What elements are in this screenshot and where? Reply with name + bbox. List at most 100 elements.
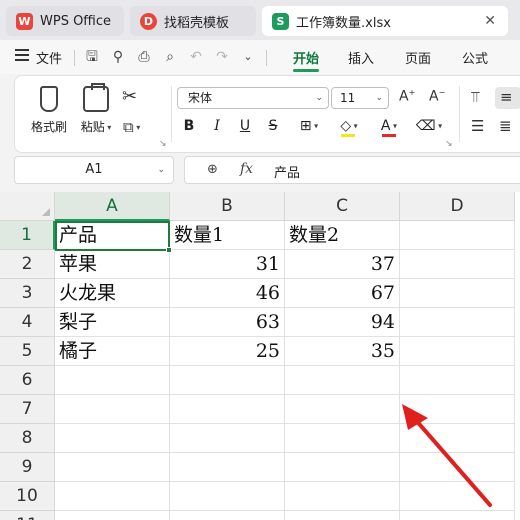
cell-c4[interactable]: 94 xyxy=(285,308,400,337)
cell-b8[interactable] xyxy=(170,424,285,453)
row-header-6[interactable]: 6 xyxy=(0,366,55,395)
tab-template[interactable]: D 找稻壳模板 xyxy=(130,6,256,36)
column-header-d[interactable]: D xyxy=(400,192,515,221)
menu-file[interactable]: 文件 xyxy=(36,48,62,67)
undo-icon[interactable]: ↶ xyxy=(186,47,206,67)
clear-format-button[interactable]: ⌫ ▾ xyxy=(413,118,445,134)
cell-d4[interactable] xyxy=(400,308,515,337)
grow-font-button[interactable]: A+ xyxy=(399,88,415,105)
cell-c10[interactable] xyxy=(285,482,400,511)
tab-insert[interactable]: 插入 xyxy=(348,48,374,67)
row-header-5[interactable]: 5 xyxy=(0,337,55,366)
name-box[interactable]: A1 ⌄ xyxy=(14,156,174,184)
font-name-select[interactable]: 宋体 ⌄ xyxy=(177,87,329,109)
cell-d5[interactable] xyxy=(400,337,515,366)
cell-d7[interactable] xyxy=(400,395,515,424)
chevron-down-icon[interactable]: ⌄ xyxy=(238,47,258,67)
cell-c2[interactable]: 37 xyxy=(285,250,400,279)
format-painter-button[interactable]: 格式刷 xyxy=(24,86,74,135)
align-top-icon[interactable]: ⫪ xyxy=(471,88,479,106)
row-header-2[interactable]: 2 xyxy=(0,250,55,279)
borders-button[interactable]: ⊞ ▾ xyxy=(294,118,324,134)
cell-c1[interactable]: 数量2 xyxy=(285,221,400,250)
tab-home[interactable]: 开始 xyxy=(293,48,319,67)
cell-c9[interactable] xyxy=(285,453,400,482)
font-settings-icon[interactable]: ↘ xyxy=(445,139,453,149)
cell-b6[interactable] xyxy=(170,366,285,395)
align-left-icon[interactable]: ☰ xyxy=(471,117,484,135)
tab-workbook[interactable]: S 工作簿数量.xlsx ✕ xyxy=(262,6,508,36)
tab-formula[interactable]: 公式 xyxy=(462,48,488,67)
cell-d1[interactable] xyxy=(400,221,515,250)
shrink-font-button[interactable]: A− xyxy=(429,88,445,105)
cut-icon[interactable]: ✂ xyxy=(122,86,137,107)
cell-a6[interactable] xyxy=(55,366,170,395)
cell-d9[interactable] xyxy=(400,453,515,482)
underline-button[interactable]: U xyxy=(236,118,254,134)
cell-b3[interactable]: 46 xyxy=(170,279,285,308)
cell-c6[interactable] xyxy=(285,366,400,395)
cell-a11[interactable] xyxy=(55,511,170,520)
cell-d3[interactable] xyxy=(400,279,515,308)
cell-c11[interactable] xyxy=(285,511,400,520)
cell-d6[interactable] xyxy=(400,366,515,395)
cell-a8[interactable] xyxy=(55,424,170,453)
tab-page[interactable]: 页面 xyxy=(405,48,431,67)
row-header-3[interactable]: 3 xyxy=(0,279,55,308)
cell-b1[interactable]: 数量1 xyxy=(170,221,285,250)
column-header-b[interactable]: B xyxy=(170,192,285,221)
cell-a5[interactable]: 橘子 xyxy=(55,337,170,366)
column-header-c[interactable]: C xyxy=(285,192,400,221)
row-header-4[interactable]: 4 xyxy=(0,308,55,337)
italic-button[interactable]: I xyxy=(208,118,226,134)
column-header-a[interactable]: A xyxy=(55,192,170,221)
close-icon[interactable]: ✕ xyxy=(484,13,496,29)
tab-wps-office[interactable]: W WPS Office xyxy=(6,6,124,36)
cell-d10[interactable] xyxy=(400,482,515,511)
row-header-8[interactable]: 8 xyxy=(0,424,55,453)
row-header-9[interactable]: 9 xyxy=(0,453,55,482)
clipboard-settings-icon[interactable]: ↘ xyxy=(159,139,167,149)
save-icon[interactable]: 🖫 xyxy=(82,47,102,67)
paste-button[interactable]: 粘贴 ▾ xyxy=(71,83,121,135)
cell-a9[interactable] xyxy=(55,453,170,482)
zoom-icon[interactable]: ⊕ xyxy=(207,162,218,177)
print-icon[interactable]: ⎙ xyxy=(134,47,154,67)
cell-a1[interactable]: 产品 xyxy=(55,221,170,250)
cell-b9[interactable] xyxy=(170,453,285,482)
font-size-select[interactable]: 11 ⌄ xyxy=(331,87,389,109)
cell-a3[interactable]: 火龙果 xyxy=(55,279,170,308)
copy-icon[interactable]: ⧉ ▾ xyxy=(123,118,140,136)
cell-b10[interactable] xyxy=(170,482,285,511)
cell-b11[interactable] xyxy=(170,511,285,520)
row-header-1[interactable]: 1 xyxy=(0,221,55,250)
row-header-10[interactable]: 10 xyxy=(0,482,55,511)
cell-c3[interactable]: 67 xyxy=(285,279,400,308)
row-header-11[interactable]: 11 xyxy=(0,511,55,520)
cell-c8[interactable] xyxy=(285,424,400,453)
cell-d11[interactable] xyxy=(400,511,515,520)
cell-a2[interactable]: 苹果 xyxy=(55,250,170,279)
font-color-button[interactable]: A ▾ xyxy=(373,118,405,137)
align-middle-button[interactable]: ≡ xyxy=(495,87,520,109)
cell-a4[interactable]: 梨子 xyxy=(55,308,170,337)
cell-b5[interactable]: 25 xyxy=(170,337,285,366)
cell-b4[interactable]: 63 xyxy=(170,308,285,337)
cell-c5[interactable]: 35 xyxy=(285,337,400,366)
fill-color-button[interactable]: ◇ ▾ xyxy=(333,118,365,137)
align-center-icon[interactable]: ≣ xyxy=(499,117,512,135)
cell-d8[interactable] xyxy=(400,424,515,453)
cell-d2[interactable] xyxy=(400,250,515,279)
spreadsheet-grid[interactable]: ABCD 1234567891011 产品数量1数量2苹果3137火龙果4667… xyxy=(0,192,520,520)
select-all-corner[interactable] xyxy=(0,192,55,221)
cell-c7[interactable] xyxy=(285,395,400,424)
strikethrough-button[interactable]: S xyxy=(264,118,282,134)
row-header-7[interactable]: 7 xyxy=(0,395,55,424)
cell-a10[interactable] xyxy=(55,482,170,511)
formula-input[interactable]: 产品 xyxy=(274,162,300,181)
fx-icon[interactable]: fx xyxy=(240,161,253,177)
hamburger-menu-icon[interactable] xyxy=(15,49,29,61)
redo-icon[interactable]: ↷ xyxy=(212,47,232,67)
bold-button[interactable]: B xyxy=(180,118,198,134)
print-preview-icon[interactable]: ⌕ xyxy=(160,47,180,67)
